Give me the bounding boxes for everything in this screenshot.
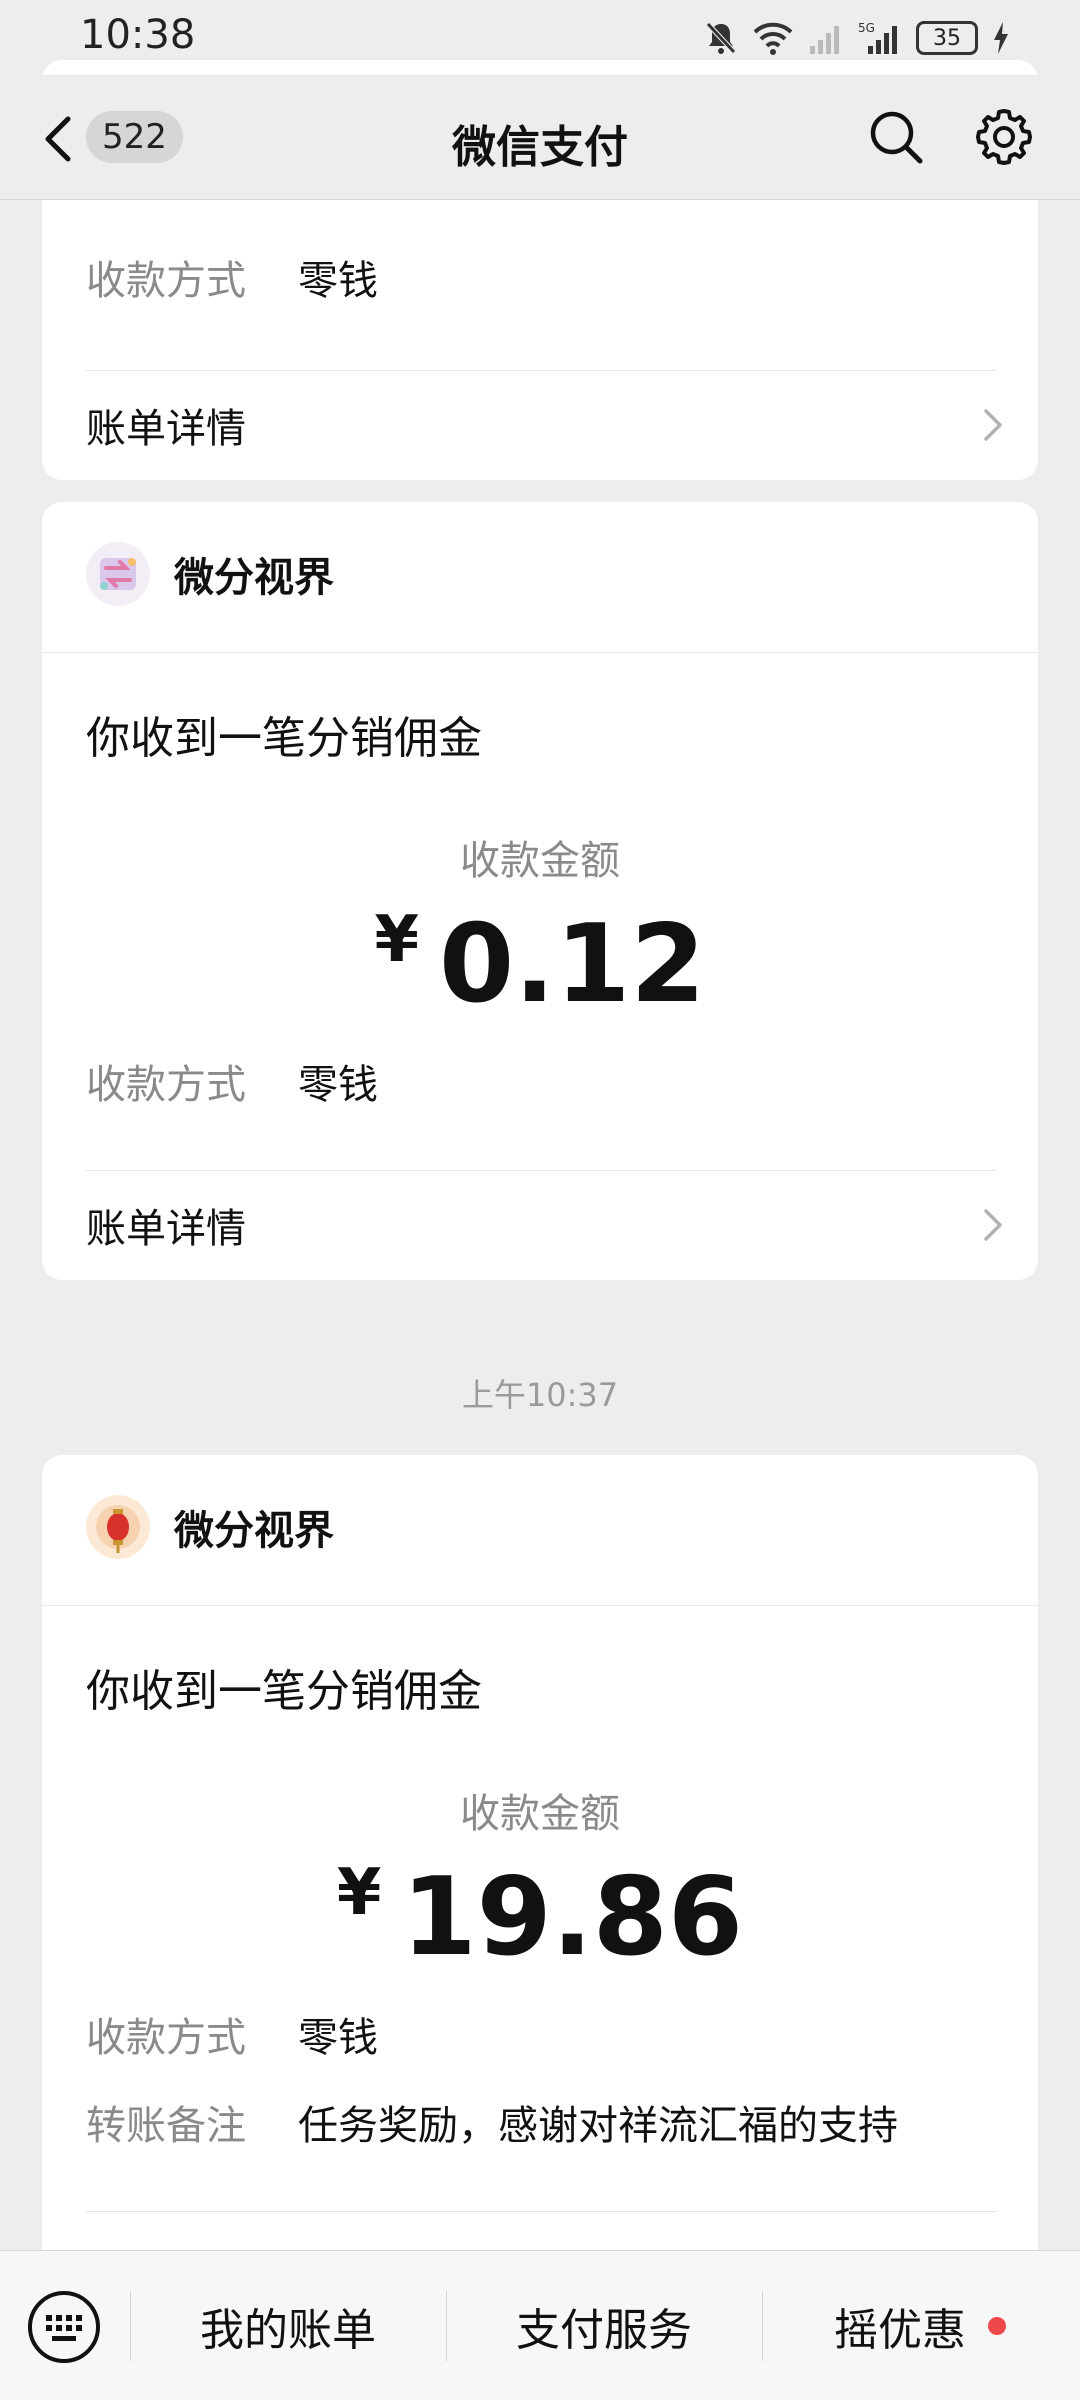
amount-value: ¥19.86	[42, 1855, 1038, 1980]
merchant-name: 微分视界	[174, 1508, 334, 1554]
payment-card: 微分视界 你收到一笔分销佣金 收款金额 ¥0.12 收款方式 零钱 账单详情	[42, 502, 1038, 1280]
notice-title: 你收到一笔分销佣金	[86, 1666, 482, 1717]
divider	[86, 2211, 996, 2212]
pay-method-label: 收款方式	[86, 258, 246, 304]
nav-bar: 522 微信支付	[0, 75, 1080, 200]
chevron-right-icon	[984, 409, 1002, 441]
pay-method-value: 零钱	[298, 258, 378, 304]
tab-payment-services[interactable]: 支付服务	[447, 2251, 761, 2400]
battery-indicator: 35	[916, 21, 978, 55]
signal-weak-icon	[810, 26, 839, 54]
bill-detail-label: 账单详情	[86, 1206, 246, 1252]
divider	[42, 652, 1038, 653]
bill-detail-link[interactable]: 账单详情	[86, 1170, 1008, 1280]
tab-shake-deals[interactable]: 摇优惠	[763, 2251, 1077, 2400]
bill-detail-label: 账单详情	[86, 406, 246, 452]
merchant-header[interactable]: 微分视界	[86, 1495, 334, 1559]
amount-label: 收款金额	[460, 1791, 620, 1837]
merchant-header[interactable]: 微分视界	[86, 542, 334, 606]
pay-method-value: 零钱	[298, 2015, 378, 2061]
amount-value: ¥0.12	[42, 902, 1038, 1027]
amount-number: 19.86	[401, 1855, 744, 1980]
message-timestamp: 上午10:37	[461, 1376, 619, 1414]
charging-icon	[994, 22, 1008, 54]
signal-5g-icon: 5G	[858, 21, 897, 54]
pay-method-value: 零钱	[298, 1062, 378, 1108]
pay-method-label: 收款方式	[86, 2015, 246, 2061]
divider	[42, 1605, 1038, 1606]
tab-shake-deals-label: 摇优惠	[834, 2305, 966, 2356]
bill-detail-link[interactable]: 账单详情	[86, 370, 1008, 480]
notice-title: 你收到一笔分销佣金	[86, 713, 482, 764]
pay-method-label: 收款方式	[86, 1062, 246, 1108]
mute-bell-icon	[706, 22, 736, 54]
bottom-menu-bar: 我的账单 支付服务 摇优惠	[0, 2250, 1080, 2400]
remark-row: 转账备注 任务奖励，感谢对祥流汇福的支持	[86, 2093, 898, 2151]
pay-method-row: 收款方式 零钱	[86, 248, 378, 306]
amount-label: 收款金额	[460, 838, 620, 884]
notification-dot	[988, 2317, 1006, 2335]
remark-label: 转账备注	[86, 2103, 246, 2149]
currency-symbol: ¥	[336, 1856, 382, 1930]
amount-number: 0.12	[439, 902, 706, 1027]
wifi-icon	[753, 22, 793, 55]
pay-method-row: 收款方式 零钱	[86, 2005, 378, 2063]
pay-method-row: 收款方式 零钱	[86, 1052, 378, 1110]
keyboard-icon[interactable]	[26, 2289, 102, 2365]
search-icon[interactable]	[868, 109, 924, 165]
remark-value: 任务奖励，感谢对祥流汇福的支持	[298, 2103, 898, 2149]
currency-symbol: ¥	[374, 903, 420, 977]
chevron-right-icon	[984, 1209, 1002, 1241]
merchant-avatar	[86, 542, 150, 606]
tab-my-bills[interactable]: 我的账单	[131, 2251, 445, 2400]
svg-text:5G: 5G	[858, 21, 875, 35]
merchant-name: 微分视界	[174, 555, 334, 601]
gear-icon[interactable]	[974, 107, 1034, 167]
payment-card: 微分视界 你收到一笔分销佣金 收款金额 ¥19.86 收款方式 零钱 转账备注 …	[42, 1455, 1038, 2275]
merchant-avatar	[86, 1495, 150, 1559]
status-icons: 5G 35	[704, 18, 1010, 58]
status-time: 10:38	[80, 12, 196, 58]
